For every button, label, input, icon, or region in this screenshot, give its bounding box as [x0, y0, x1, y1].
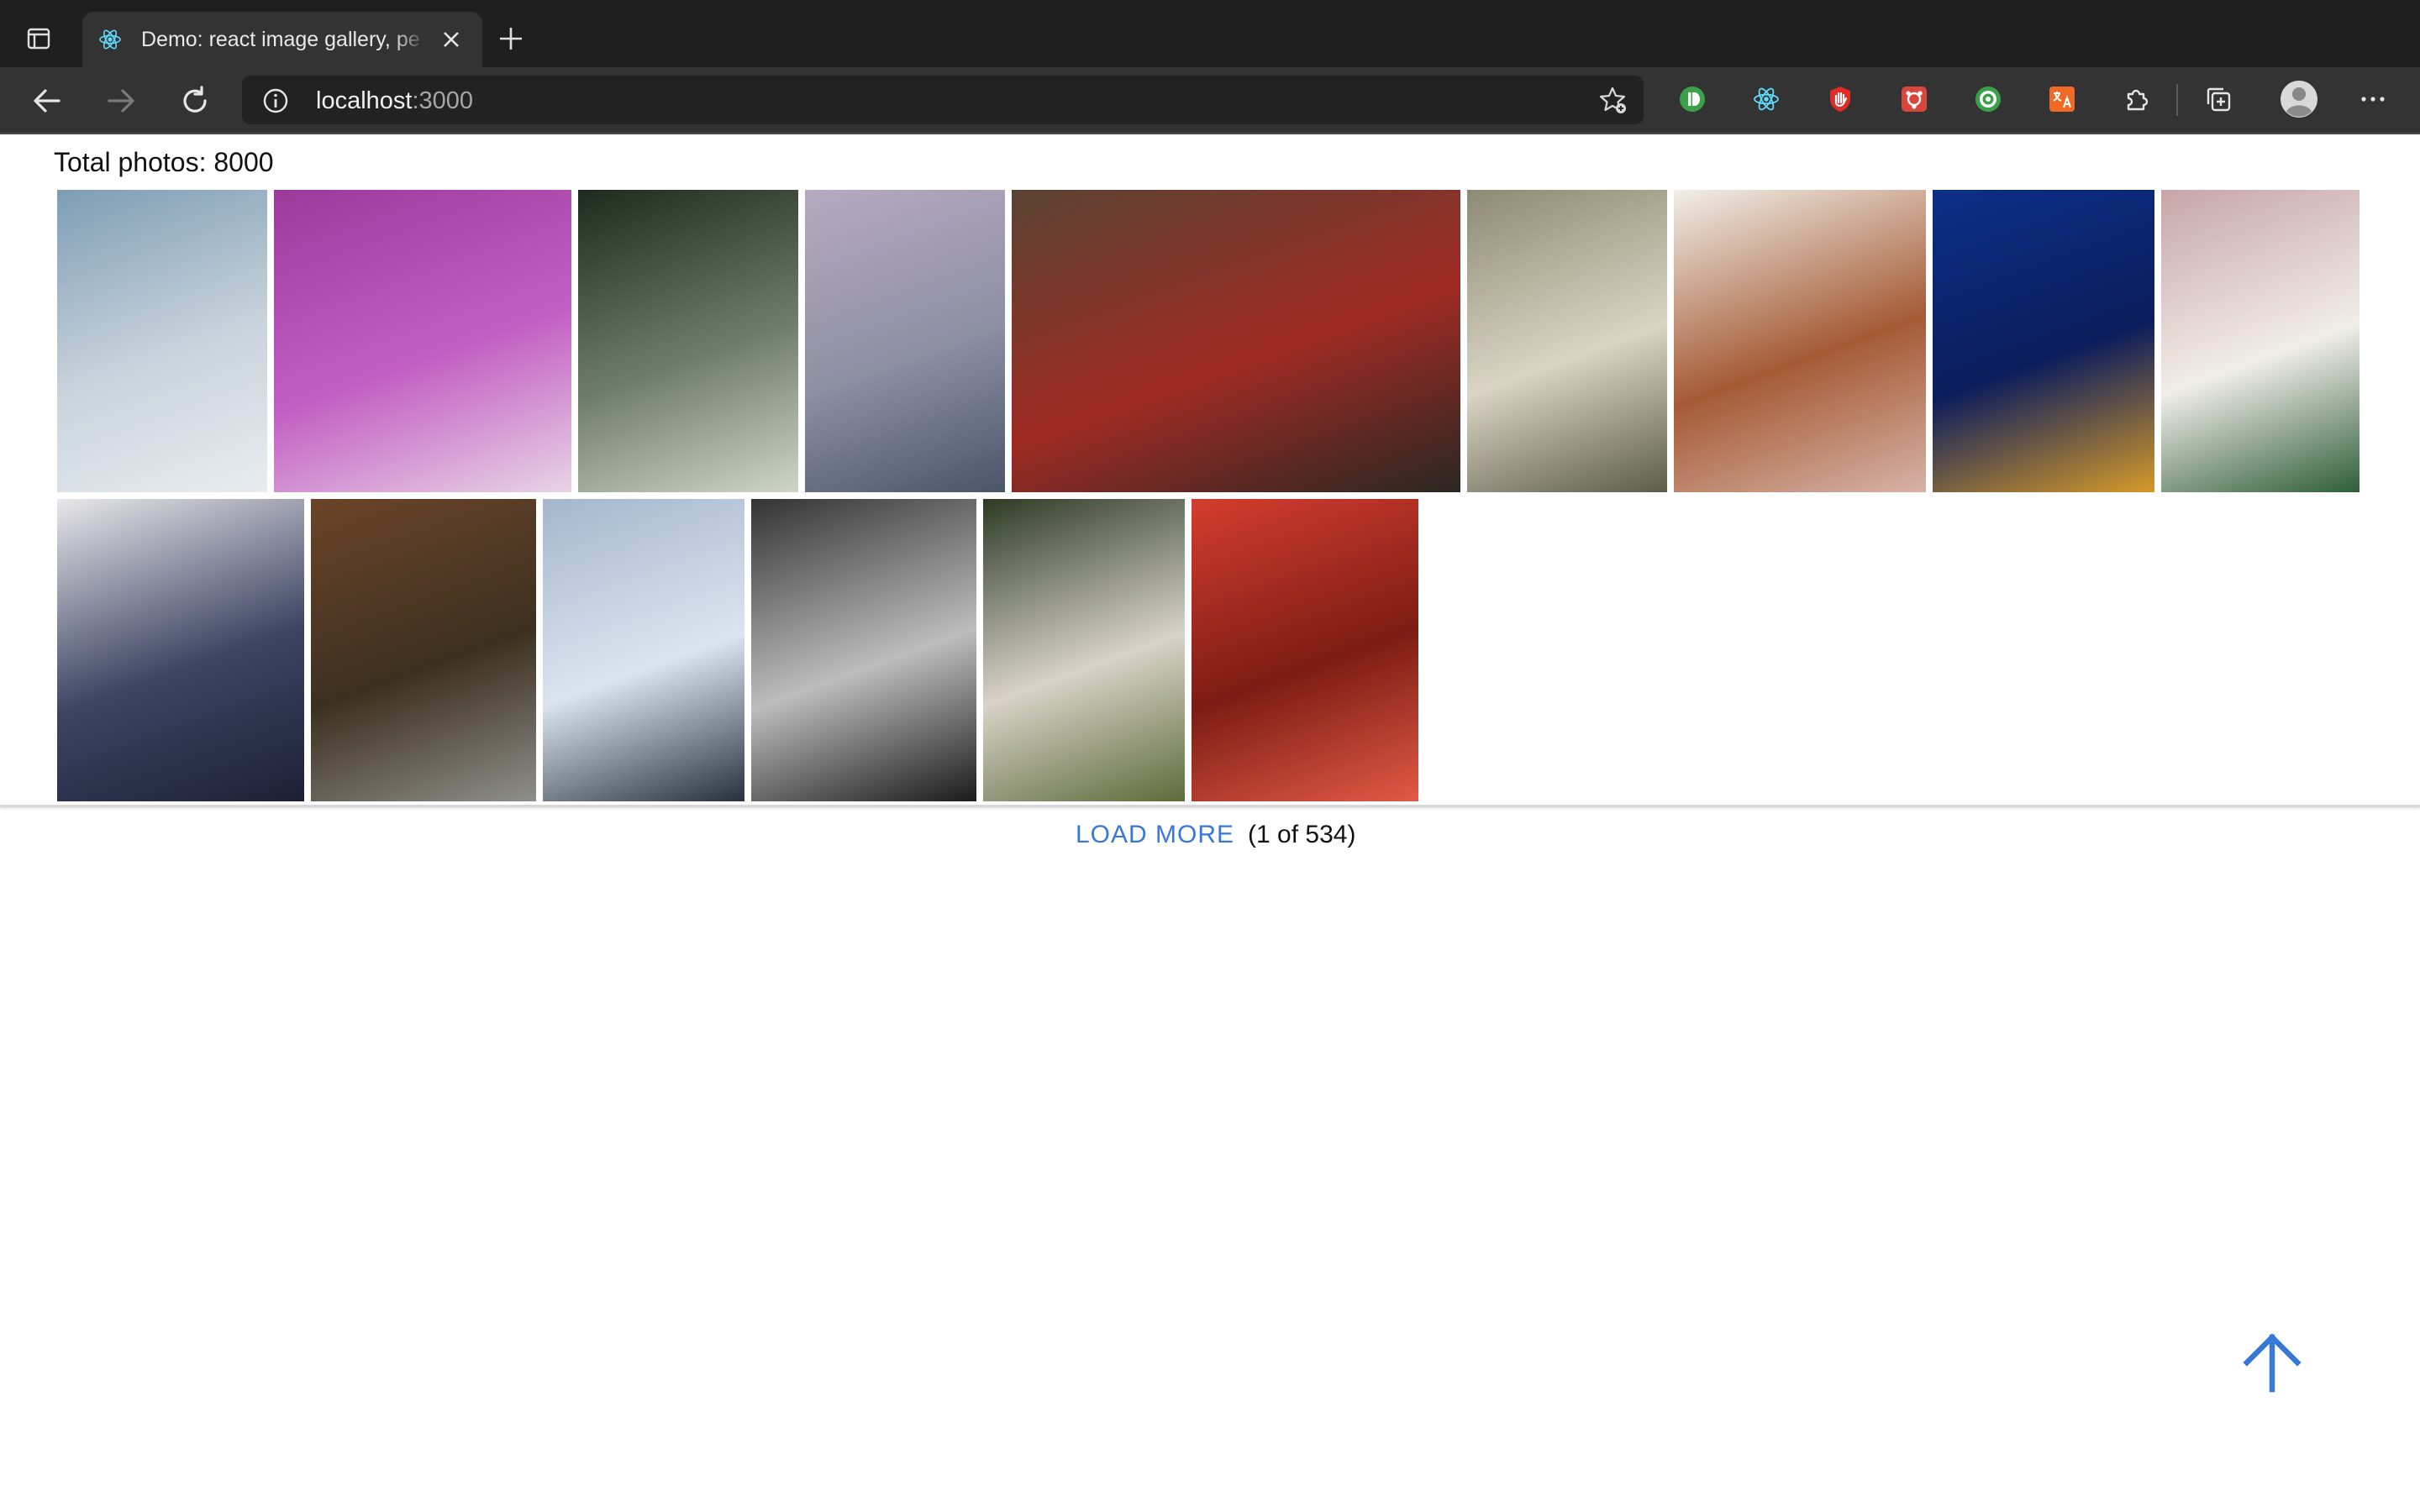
sea-dusk-photo[interactable] [805, 190, 1005, 492]
tree-shadow-photo[interactable] [1192, 499, 1418, 801]
browser-tab-bar: Demo: react image gallery, pe [0, 0, 2420, 67]
neon-cafe-photo[interactable] [1012, 190, 1460, 492]
circle-art-photo[interactable] [1674, 190, 1926, 492]
react-devtools-icon[interactable] [1749, 82, 1783, 116]
hand-icon[interactable] [1823, 82, 1857, 116]
pagination-row: LOAD MORE (1 of 534) [1076, 818, 1355, 852]
target-icon[interactable] [1971, 82, 2005, 116]
load-more-button[interactable]: LOAD MORE [1076, 821, 1234, 848]
forward-button[interactable] [104, 84, 138, 118]
profile-avatar[interactable] [2279, 79, 2319, 119]
polaroid-feet-photo[interactable] [57, 499, 304, 801]
flowers-blue-photo[interactable] [1933, 190, 2154, 492]
ivy-leaves-photo[interactable] [578, 190, 798, 492]
tab-active[interactable]: Demo: react image gallery, pe [82, 12, 482, 67]
toolbar-divider [2176, 84, 2178, 116]
collections-icon[interactable] [2202, 82, 2235, 116]
woman-lying-photo[interactable] [57, 190, 267, 492]
new-tab-button[interactable] [496, 24, 526, 54]
url-text[interactable]: localhost:3000 [316, 87, 473, 114]
url-port: :3000 [412, 87, 474, 114]
photo-gallery [0, 186, 2420, 807]
more-menu-icon[interactable] [2356, 82, 2390, 116]
forest-road-photo[interactable] [311, 499, 536, 801]
purple-building-photo[interactable] [274, 190, 571, 492]
woman-bouquet-photo[interactable] [2161, 190, 2360, 492]
arrow-up-icon [2243, 1333, 2302, 1393]
tab-actions-icon[interactable] [24, 24, 54, 54]
translate-icon[interactable] [2045, 82, 2079, 116]
site-info-icon[interactable] [262, 87, 289, 114]
tower-bridge-photo[interactable] [751, 499, 976, 801]
url-host: localhost [316, 87, 413, 114]
back-button[interactable] [30, 84, 64, 118]
scroll-to-top-button[interactable] [2238, 1329, 2306, 1396]
add-favorite-icon[interactable] [1598, 86, 1628, 116]
ublock-icon[interactable] [1676, 82, 1709, 116]
extensions-puzzle-icon[interactable] [2119, 82, 2153, 116]
redux-icon[interactable] [1897, 82, 1931, 116]
stone-carving-photo[interactable] [1467, 190, 1667, 492]
tab-title: Demo: react image gallery, pe [141, 28, 420, 51]
close-tab-icon[interactable] [439, 27, 464, 52]
hand-glass-photo[interactable] [543, 499, 744, 801]
woman-flowers-photo[interactable] [983, 499, 1185, 801]
total-photos-label: Total photos: 8000 [54, 147, 274, 177]
reload-button[interactable] [178, 84, 212, 118]
browser-toolbar: localhost:3000 [0, 67, 2420, 134]
page-count: (1 of 534) [1248, 821, 1356, 848]
address-bar[interactable]: localhost:3000 [242, 76, 1644, 124]
react-favicon-icon [97, 27, 123, 52]
